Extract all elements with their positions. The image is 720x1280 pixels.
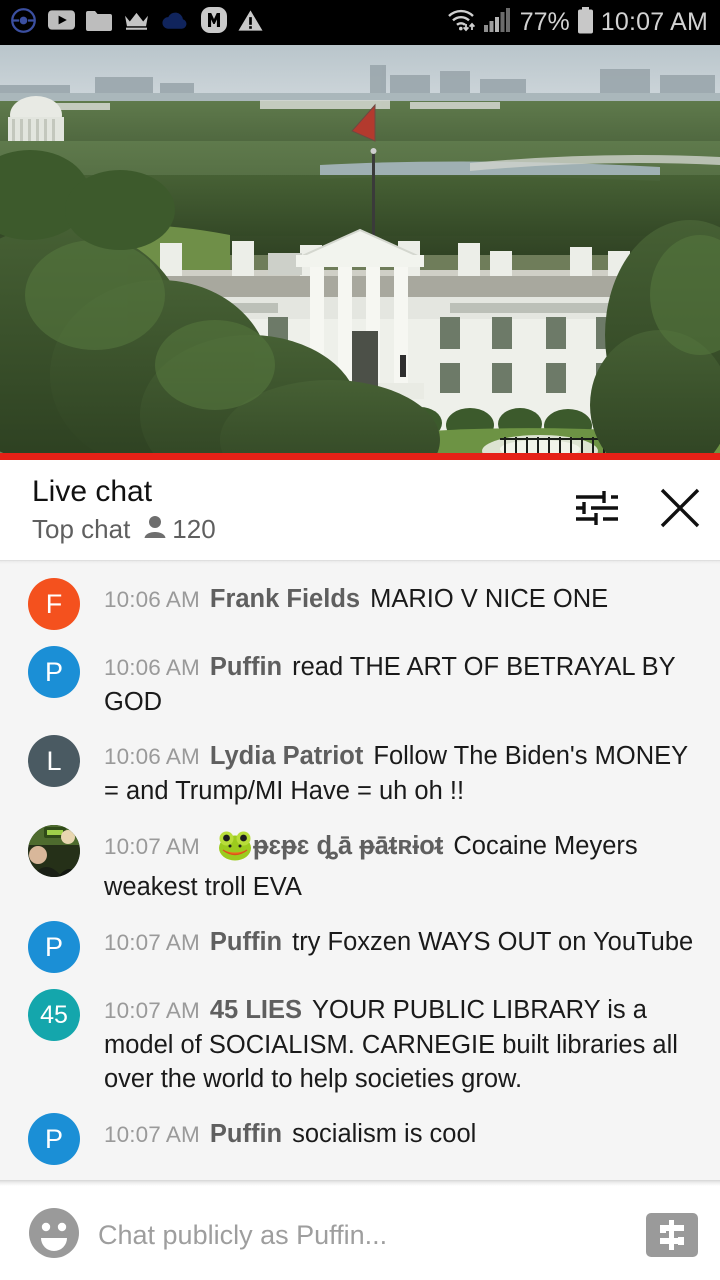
frog-emoji [218,831,252,871]
chat-mode-label[interactable]: Top chat [32,514,130,545]
chat-message-body: 10:06 AM Puffin read THE ART OF BETRAYAL B… [80,646,704,719]
chat-message-list[interactable]: F 10:06 AM Frank Fields MARIO V NICE ONE P 10… [0,564,720,1180]
m-badge-icon [201,7,227,38]
avatar[interactable]: P [28,1113,80,1166]
battery-percent-text: 77% [519,8,570,36]
status-bar: 77% 10:07 AM [0,0,720,45]
crown-icon [123,10,150,36]
cell-signal-icon [483,7,511,38]
emoji-smiley-icon[interactable] [28,1207,80,1264]
clock-text: 10:07 AM [600,8,708,36]
message-author-name: ᵽɛᵽɛ ȡā̄ ᵽā̄ᵵʀɨoᵵ [252,831,444,860]
battery-icon [577,6,594,39]
live-chat-header-actions [574,476,702,530]
status-bar-right: 77% 10:07 AM [447,6,708,39]
avatar[interactable]: P [28,646,80,698]
app-screen: 77% 10:07 AM Live chat Top chat 120 F 10… [0,0,720,1280]
cloud-icon [161,10,190,36]
message-timestamp: 10:07 AM [104,833,200,859]
video-frame [0,45,720,460]
message-author[interactable]: ᵽɛᵽɛ ȡā̄ ᵽā̄ᵵʀɨoᵵ [210,831,444,861]
chat-message-row[interactable]: P 10:07 AM Puffin try Foxzen WAYS OUT on Yo… [0,921,720,974]
live-chat-subheader: Top chat 120 [32,514,216,545]
chat-message-row[interactable]: P 10:06 AM Puffin read THE ART OF BETRAYAL … [0,646,720,719]
avatar[interactable]: P [28,921,80,974]
message-text: MARIO V NICE ONE [370,585,609,613]
live-chat-header: Live chat Top chat 120 [0,460,720,560]
youtube-icon [48,10,75,35]
message-text: try Foxzen WAYS OUT on YouTube [292,928,694,957]
pokeball-icon [10,7,37,39]
chat-message-body: 10:07 AM ᵽɛᵽɛ ȡā̄ ᵽā̄ᵵʀɨoᵵ Cocaine Meyers … [80,825,704,905]
message-text: socialism is cool [292,1120,477,1149]
close-icon[interactable] [658,486,702,530]
chat-composer [0,1186,720,1280]
message-author[interactable]: Frank Fields [210,585,360,613]
chat-message-row[interactable]: F 10:06 AM Frank Fields MARIO V NICE ONE [0,578,720,630]
message-author[interactable]: 45 LIES [210,996,302,1024]
wifi-icon [447,8,477,38]
chat-message-row[interactable]: P 10:07 AM Puffin socialism is cool [0,1113,720,1166]
viewer-count-text: 120 [172,513,216,544]
chat-message-body: 10:06 AM Lydia Patriot Follow The Biden's … [80,735,704,808]
chat-message-body: 10:07 AM 45 LIES YOUR PUBLIC LIBRARY is a … [80,989,704,1097]
chat-message-row[interactable]: 10:07 AM ᵽɛᵽɛ ȡā̄ ᵽā̄ᵵʀɨoᵵ Cocaine Meyers … [0,824,720,905]
message-author[interactable]: Puffin [210,928,282,956]
chat-message-body: 10:07 AM Puffin try Foxzen WAYS OUT on You… [80,921,704,973]
status-bar-left-icons [10,7,263,39]
avatar[interactable] [28,824,80,877]
chat-message-body: 10:07 AM Puffin socialism is cool [80,1113,704,1165]
chat-message-row[interactable]: L 10:06 AM Lydia Patriot Follow The Biden's… [0,735,720,808]
page-title: Live chat [32,475,153,508]
message-timestamp: 10:06 AM [104,655,200,680]
avatar[interactable]: 45 [28,989,80,1042]
message-author[interactable]: Puffin [210,1120,282,1148]
warning-triangle-icon [238,9,263,37]
message-timestamp: 10:06 AM [104,587,200,612]
person-icon [144,515,166,544]
tune-sliders-icon[interactable] [574,488,620,528]
message-author[interactable]: Lydia Patriot [210,742,364,770]
live-chat-header-texts: Live chat Top chat 120 [32,476,216,545]
super-chat-dollar-icon[interactable] [646,1213,698,1257]
avatar[interactable]: L [28,735,80,788]
message-author[interactable]: Puffin [210,653,282,681]
chat-message-row[interactable]: 45 10:07 AM 45 LIES YOUR PUBLIC LIBRARY is … [0,989,720,1097]
video-progress-played [0,453,720,460]
viewer-count-group: 120 [144,513,216,545]
video-player[interactable] [0,45,720,460]
chat-message-body: 10:06 AM Frank Fields MARIO V NICE ONE [80,578,704,630]
chat-input[interactable] [98,1219,628,1251]
message-timestamp: 10:06 AM [104,744,200,770]
message-timestamp: 10:07 AM [104,1122,200,1148]
video-progress-bar[interactable] [0,453,720,460]
folder-icon [86,10,112,36]
message-timestamp: 10:07 AM [104,930,200,956]
avatar[interactable]: F [28,578,80,630]
message-timestamp: 10:07 AM [104,998,200,1024]
